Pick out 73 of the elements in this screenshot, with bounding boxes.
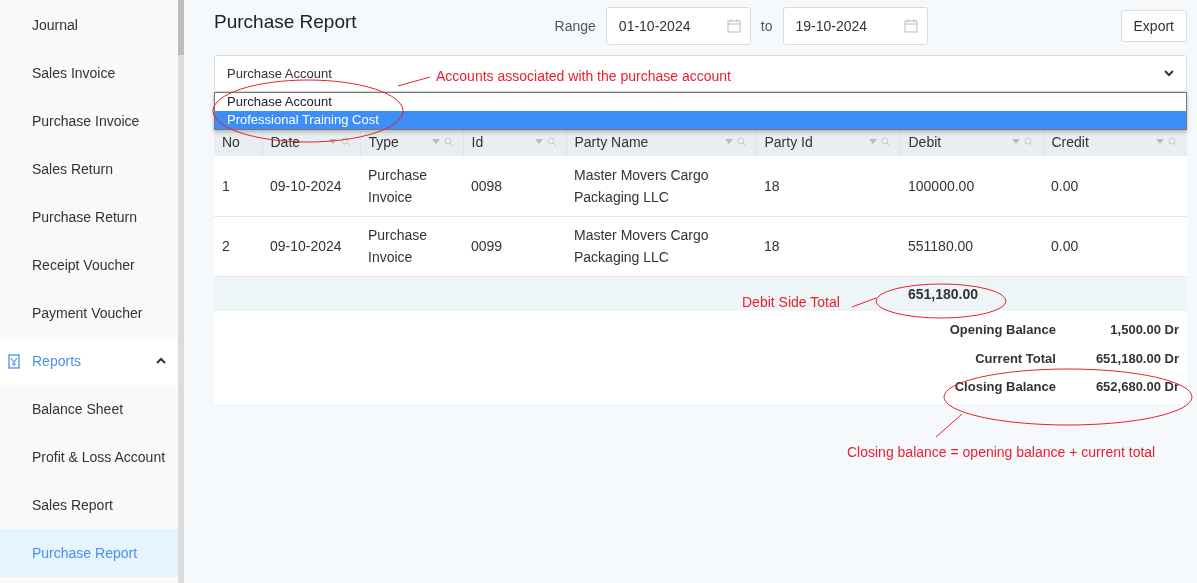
table-cell: 18 <box>756 156 900 216</box>
sidebar-item[interactable]: Balance Sheet <box>0 385 178 433</box>
summary-label: Current Total <box>974 349 1056 368</box>
export-button[interactable]: Export <box>1120 10 1187 42</box>
table-cell: 1 <box>214 156 262 216</box>
annotation-text: Closing balance = opening balance + current total <box>847 443 1156 461</box>
search-icon[interactable] <box>1168 137 1177 146</box>
to-label: to <box>760 18 773 34</box>
search-icon[interactable] <box>880 137 890 146</box>
sidebar-item[interactable]: Purchase Return <box>0 193 178 241</box>
table-cell: 0.00 <box>1043 156 1187 216</box>
column-header: Debit <box>908 134 942 150</box>
leader-line <box>935 413 963 438</box>
report-icon <box>8 353 20 369</box>
sort-icon[interactable] <box>1011 139 1020 144</box>
sort-icon[interactable] <box>534 139 543 144</box>
table-cell: Purchase Invoice <box>360 156 463 216</box>
date-field[interactable]: 01-10-2024 <box>605 7 751 45</box>
sidebar-item[interactable]: Profit & Loss Account <box>0 433 178 481</box>
search-icon[interactable] <box>546 137 556 146</box>
table-cell: Purchase Invoice <box>360 216 463 276</box>
table-cell: 18 <box>756 216 900 276</box>
sort-icon[interactable] <box>868 139 877 144</box>
search-icon[interactable] <box>443 137 453 146</box>
summary-value: 652,680.00 Dr <box>1095 378 1179 396</box>
table-cell: 551180.00 <box>900 216 1043 276</box>
chevron-icon <box>156 357 166 365</box>
annotation-text: Accounts associated with the purchase account <box>436 67 731 85</box>
table-cell: 100000.00 <box>900 156 1043 216</box>
table-cell: 09-10-2024 <box>262 216 360 276</box>
column-header: Type <box>368 134 399 150</box>
sort-icon[interactable] <box>431 139 440 144</box>
calendar-icon[interactable] <box>726 19 741 33</box>
column-header: Party Id <box>764 134 813 150</box>
range-label: Range <box>554 18 596 34</box>
leader-line <box>397 76 431 87</box>
search-icon[interactable] <box>1023 137 1033 146</box>
scrollbar[interactable] <box>178 0 184 583</box>
leader-line <box>851 297 877 308</box>
sidebar-item[interactable]: Payment Voucher <box>0 289 178 337</box>
debit-total: 651,180.00 <box>900 276 1043 311</box>
column-header: Credit <box>1051 134 1089 150</box>
summary-value: 1,500.00 Dr <box>1109 321 1179 339</box>
sidebar-item[interactable]: Sales Return <box>0 145 178 193</box>
sort-icon[interactable] <box>1156 139 1164 144</box>
sort-icon[interactable] <box>328 139 337 144</box>
table-cell: Master Movers Cargo Packaging LLC <box>566 156 756 216</box>
chevron-icon <box>1164 70 1174 77</box>
page-title: Purchase Report <box>214 11 357 33</box>
date-field[interactable]: 19-10-2024 <box>782 7 928 45</box>
sidebar-item[interactable]: Receipt Voucher <box>0 241 178 289</box>
calendar-icon[interactable] <box>903 19 918 33</box>
sidebar-item[interactable]: Journal <box>0 1 178 49</box>
sidebar-item[interactable]: Purchase Invoice <box>0 97 178 145</box>
sidebar-item[interactable]: Sales Report <box>0 481 178 529</box>
column-header: Id <box>471 134 484 150</box>
summary-label: Opening Balance <box>949 321 1056 339</box>
table-cell: 0098 <box>463 156 566 216</box>
sidebar-item[interactable]: Sales Invoice <box>0 49 178 97</box>
column-header: Party Name <box>574 134 649 150</box>
table-cell: 0099 <box>463 216 566 276</box>
summary-label: Closing Balance <box>953 378 1056 396</box>
search-icon[interactable] <box>736 137 746 146</box>
dropdown-option[interactable]: Purchase Account <box>215 93 1186 111</box>
annotation-text: Debit Side Total <box>742 293 840 311</box>
table-cell: Master Movers Cargo Packaging LLC <box>566 216 756 276</box>
table-cell: 0.00 <box>1043 216 1187 276</box>
search-icon[interactable] <box>340 137 350 146</box>
column-header: No <box>222 134 240 150</box>
sort-icon[interactable] <box>724 139 733 144</box>
table-cell: 2 <box>214 216 262 276</box>
table-cell: 09-10-2024 <box>262 156 360 216</box>
summary-value: 651,180.00 Dr <box>1095 349 1179 368</box>
